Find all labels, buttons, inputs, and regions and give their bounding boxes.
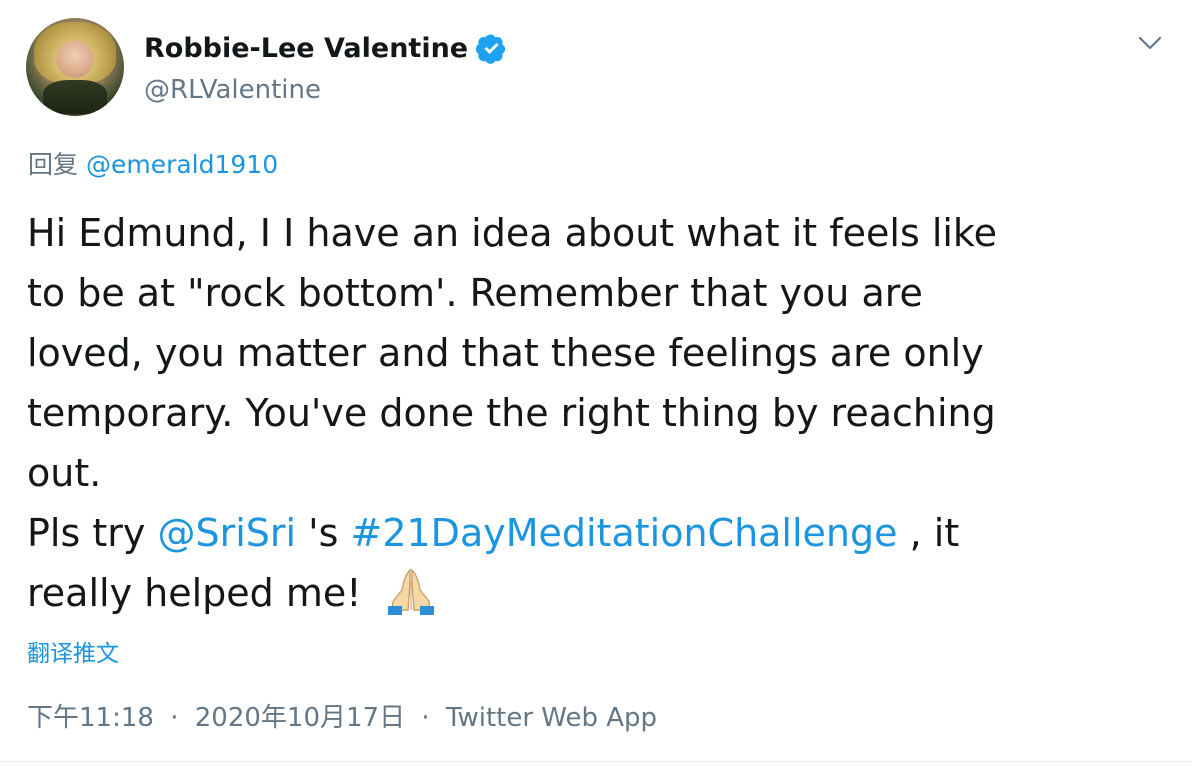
reply-mention-link[interactable]: @emerald1910 [86,150,278,179]
tweet-time[interactable]: 下午11:18 [27,703,154,733]
translate-tweet-link[interactable]: 翻译推文 [27,634,119,668]
hashtag-link[interactable]: #21DayMeditationChallenge [350,511,897,555]
tweet-text-line-with-emoji: really helped me! [27,563,1177,623]
avatar-scarf-shape [43,80,107,114]
tweet-text-line: to be at "rock bottom'. Remember that yo… [27,271,923,315]
tweet-card: Robbie-Lee Valentine @RLValentine 回复 @em… [0,0,1192,770]
tweet-metadata: 下午11:18 · 2020年10月17日 · Twitter Web App [27,697,657,734]
reply-context: 回复 @emerald1910 [28,145,278,181]
tweet-text-line: Hi Edmund, I I have an idea about what i… [27,211,997,255]
tweet-text-segment: really helped me! [27,571,362,615]
tweet-header: Robbie-Lee Valentine @RLValentine [26,18,507,116]
tweet-text-line: loved, you matter and that these feeling… [27,331,984,375]
srisri-mention-link[interactable]: @SriSri [157,511,296,555]
author-display-name[interactable]: Robbie-Lee Valentine [144,33,468,64]
tweet-text-segment: Pls try [27,511,158,555]
tweet-source[interactable]: Twitter Web App [446,703,657,733]
author-info: Robbie-Lee Valentine @RLValentine [144,30,507,105]
author-handle[interactable]: @RLValentine [144,75,507,105]
reply-label: 回复 [28,150,79,179]
folded-hands-emoji-icon [384,566,438,616]
avatar-hair-shape [34,22,116,84]
chevron-down-icon[interactable] [1136,31,1164,55]
author-name-row: Robbie-Lee Valentine [144,30,507,68]
divider [0,761,1192,762]
tweet-text: Hi Edmund, I I have an idea about what i… [27,203,1177,623]
verified-badge-icon [476,33,507,64]
metadata-separator: · [170,703,179,733]
avatar[interactable] [26,18,124,116]
tweet-text-line: out. [27,451,102,495]
tweet-date[interactable]: 2020年10月17日 [195,703,405,733]
tweet-text-line: temporary. You've done the right thing b… [27,391,996,435]
tweet-text-segment: 's [308,511,351,555]
tweet-text-segment: , it [909,511,960,555]
metadata-separator: · [421,703,430,733]
tweet-text-line-with-links: Pls try @SriSri 's #21DayMeditationChall… [27,503,1177,563]
